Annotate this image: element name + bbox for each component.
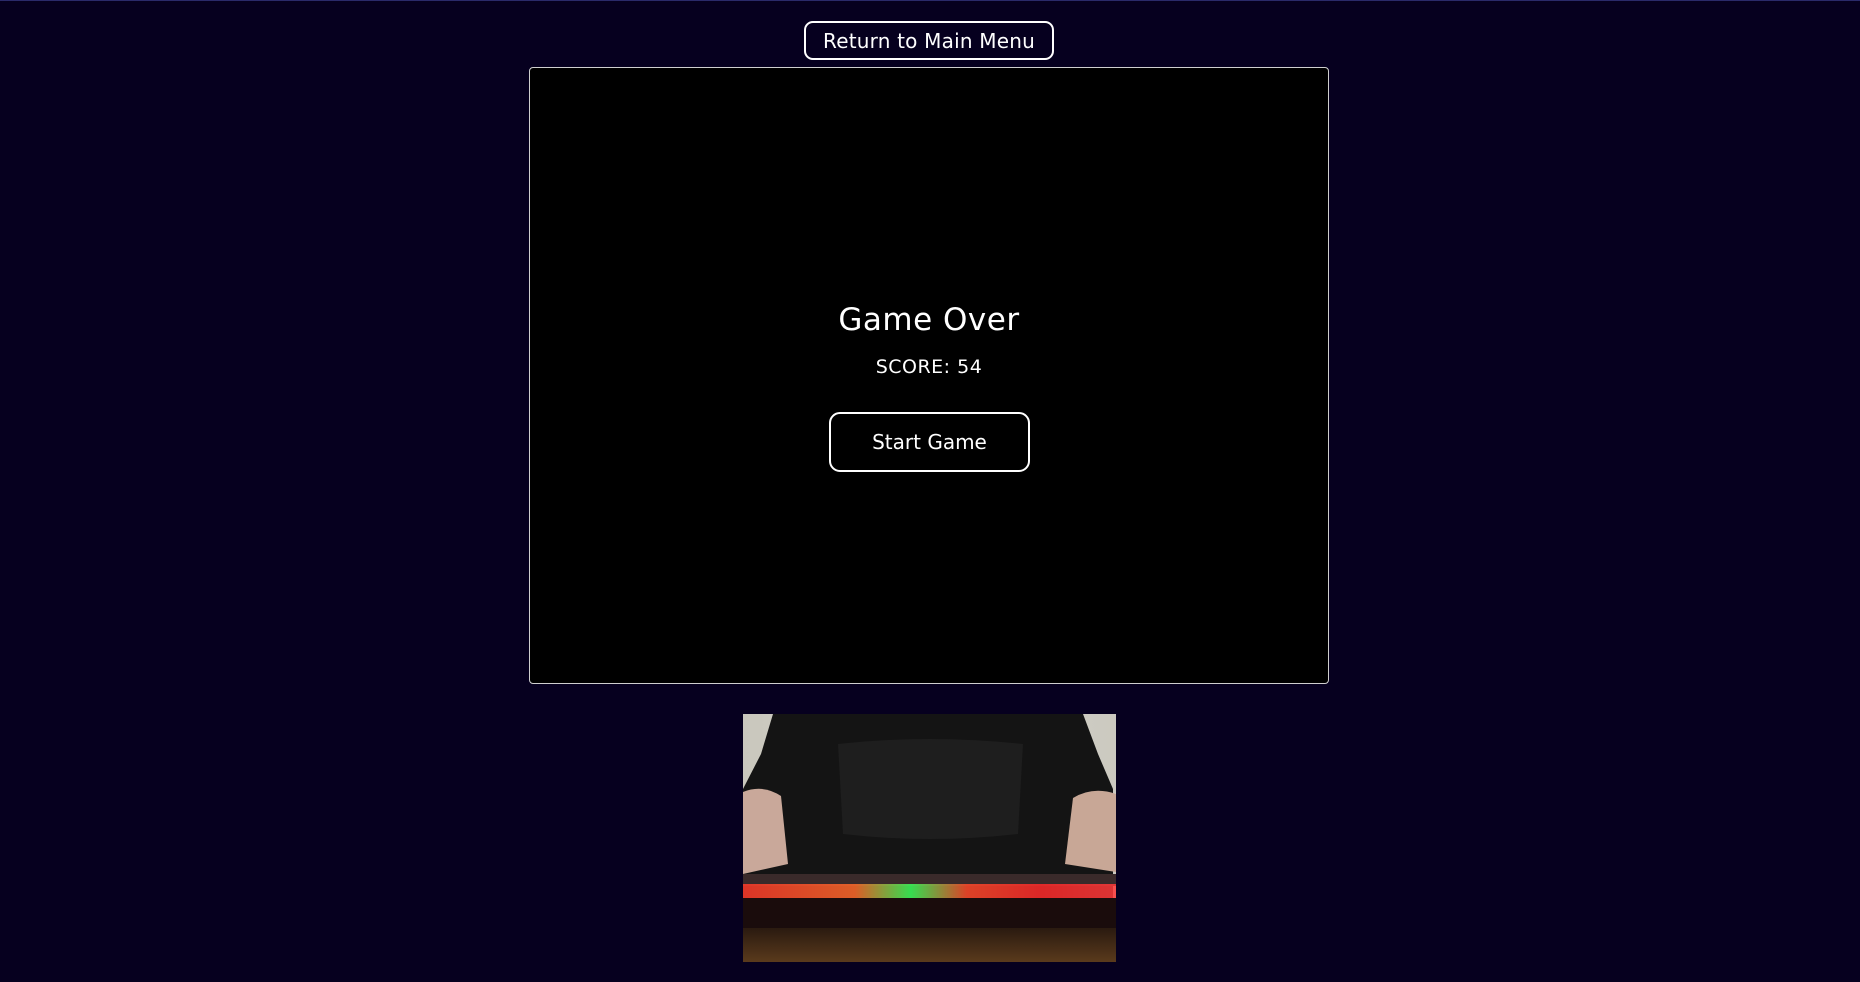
game-over-title: Game Over — [838, 302, 1020, 338]
game-canvas[interactable]: Game Over SCORE: 54 Start Game — [529, 67, 1329, 684]
score-display: SCORE: 54 — [875, 356, 983, 378]
webcam-image — [743, 714, 1116, 962]
start-game-button[interactable]: Start Game — [829, 412, 1030, 472]
top-divider — [0, 0, 1860, 1]
return-to-main-menu-button[interactable]: Return to Main Menu — [804, 21, 1054, 60]
webcam-feed — [743, 714, 1116, 962]
